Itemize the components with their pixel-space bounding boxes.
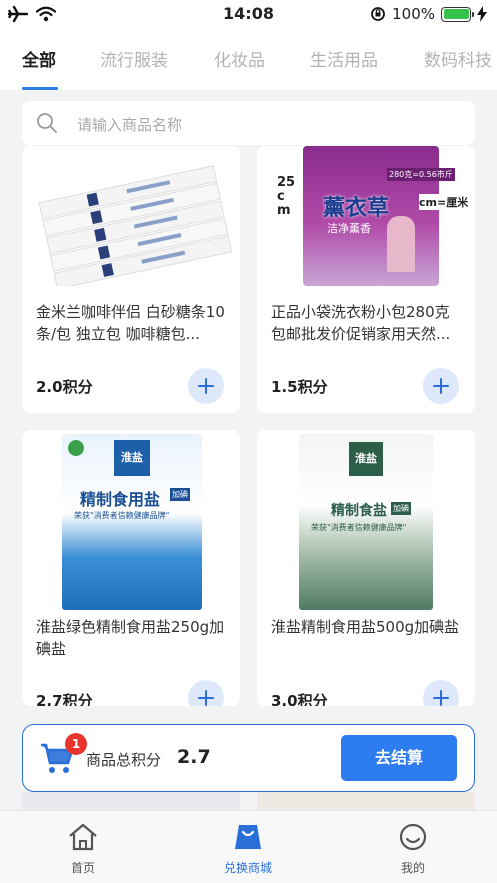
next-product-card-peek	[257, 792, 475, 810]
category-tabs: 全部 流行服装 化妆品 生活用品 数码科技	[0, 30, 497, 90]
cart-count-badge: 1	[65, 733, 87, 755]
product-name: 淮盐精制食用盐500g加碘盐	[271, 618, 460, 636]
nav-shop-label: 兑换商城	[223, 861, 272, 875]
search-input[interactable]: 请输入商品名称	[77, 114, 182, 135]
nav-home[interactable]: 首页	[38, 823, 128, 876]
product-points: 2.0积分	[36, 378, 93, 396]
add-to-cart-button[interactable]	[423, 680, 459, 706]
next-product-card-peek	[22, 792, 240, 810]
add-to-cart-button[interactable]	[423, 368, 459, 404]
green-salt-bag-image: 淮盐 精制食盐 加碘 荣获"消费者信赖健康品牌"	[257, 430, 475, 612]
sugar-sticks-image	[22, 146, 240, 286]
product-points: 1.5积分	[271, 378, 328, 396]
cart-total-value: 2.7	[177, 746, 211, 768]
cart-total-label: 商品总积分	[86, 751, 162, 769]
tab-fashion[interactable]: 流行服装	[100, 46, 168, 71]
orientation-lock-icon	[371, 7, 386, 21]
product-points: 3.0积分	[271, 692, 328, 706]
detergent-bag-image: 25cm 薰衣草 洁净薰香 280克=0.56市斤 cm=厘米	[257, 146, 475, 286]
add-to-cart-button[interactable]	[188, 368, 224, 404]
product-name: 淮盐绿色精制食用盐250g加碘盐	[36, 618, 225, 658]
charging-icon	[477, 6, 487, 22]
blue-salt-bag-image: 淮盐 精制食用盐 加碘 荣获"消费者信赖健康品牌"	[22, 430, 240, 612]
shop-bag-icon	[235, 825, 261, 849]
nav-profile[interactable]: 我的	[368, 823, 458, 876]
battery-percent: 100%	[392, 5, 435, 23]
product-card[interactable]: 淮盐 精制食用盐 加碘 荣获"消费者信赖健康品牌" 淮盐绿色精制食用盐250g加…	[22, 430, 240, 706]
tab-all[interactable]: 全部	[22, 46, 56, 71]
tab-daily-goods[interactable]: 生活用品	[310, 46, 378, 71]
profile-smile-icon	[399, 823, 427, 851]
cart-summary-bar: 1 商品总积分 2.7 去结算	[22, 724, 475, 792]
product-card[interactable]: 淮盐 精制食盐 加碘 荣获"消费者信赖健康品牌" 淮盐精制食用盐500g加碘盐 …	[257, 430, 475, 706]
active-tab-indicator	[22, 87, 58, 90]
product-name: 正品小袋洗衣粉小包280克包邮批发价促销家用天然...	[271, 303, 451, 343]
nav-profile-label: 我的	[400, 861, 425, 875]
product-card[interactable]: 金米兰咖啡伴侣 白砂糖条10条/包 独立包 咖啡糖包... 2.0积分	[22, 146, 240, 413]
search-icon	[37, 113, 57, 133]
status-bar: 14:08 100%	[0, 0, 497, 30]
add-to-cart-button[interactable]	[188, 680, 224, 706]
product-name: 金米兰咖啡伴侣 白砂糖条10条/包 独立包 咖啡糖包...	[36, 303, 225, 343]
checkout-button[interactable]: 去结算	[341, 735, 457, 781]
bottom-nav: 首页 兑换商城 我的	[0, 810, 497, 883]
nav-home-label: 首页	[70, 861, 95, 875]
battery-icon	[441, 6, 474, 22]
product-points: 2.7积分	[36, 692, 93, 706]
nav-shop[interactable]: 兑换商城	[203, 823, 293, 876]
tab-cosmetics[interactable]: 化妆品	[214, 46, 265, 71]
search-bar[interactable]: 请输入商品名称	[22, 101, 475, 145]
product-card[interactable]: 25cm 薰衣草 洁净薰香 280克=0.56市斤 cm=厘米 正品小袋洗衣粉小…	[257, 146, 475, 413]
tab-digital-tech[interactable]: 数码科技	[424, 46, 492, 71]
home-icon	[69, 823, 97, 851]
